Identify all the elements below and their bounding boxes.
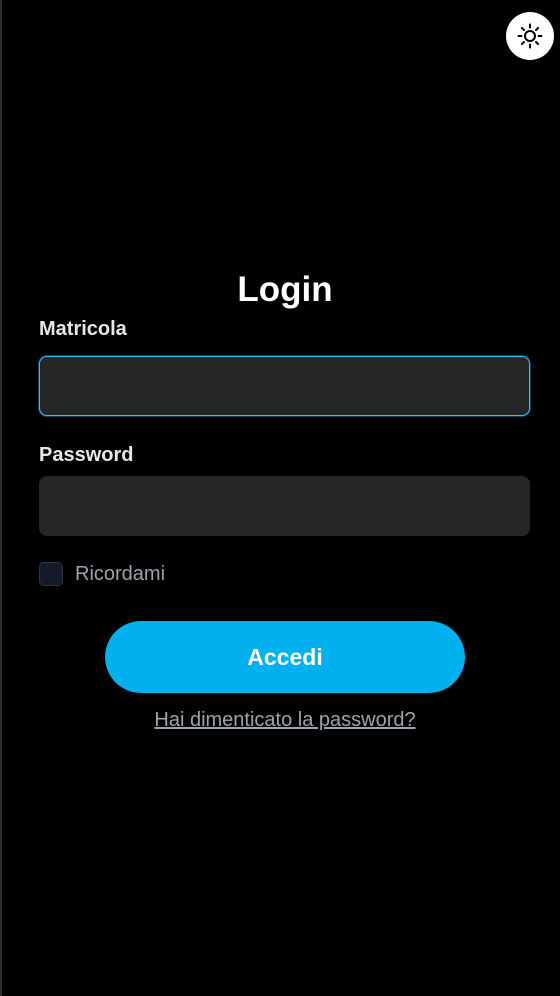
password-input[interactable]	[39, 476, 530, 536]
sun-icon	[517, 23, 543, 49]
theme-toggle-button[interactable]	[506, 12, 554, 60]
password-label: Password	[39, 444, 134, 466]
remember-label[interactable]: Ricordami	[75, 562, 165, 586]
remember-me[interactable]: Ricordami	[39, 562, 165, 586]
matricola-input[interactable]	[39, 356, 530, 416]
login-screen: Login Matricola Password Ricordami Acced…	[0, 0, 560, 996]
remember-checkbox[interactable]	[39, 562, 63, 586]
forgot-password-link[interactable]: Hai dimenticato la password?	[0, 707, 560, 733]
window-edge	[0, 0, 2, 996]
page-title: Login	[237, 270, 333, 309]
login-button[interactable]: Accedi	[105, 621, 465, 693]
matricola-label: Matricola	[39, 318, 127, 340]
